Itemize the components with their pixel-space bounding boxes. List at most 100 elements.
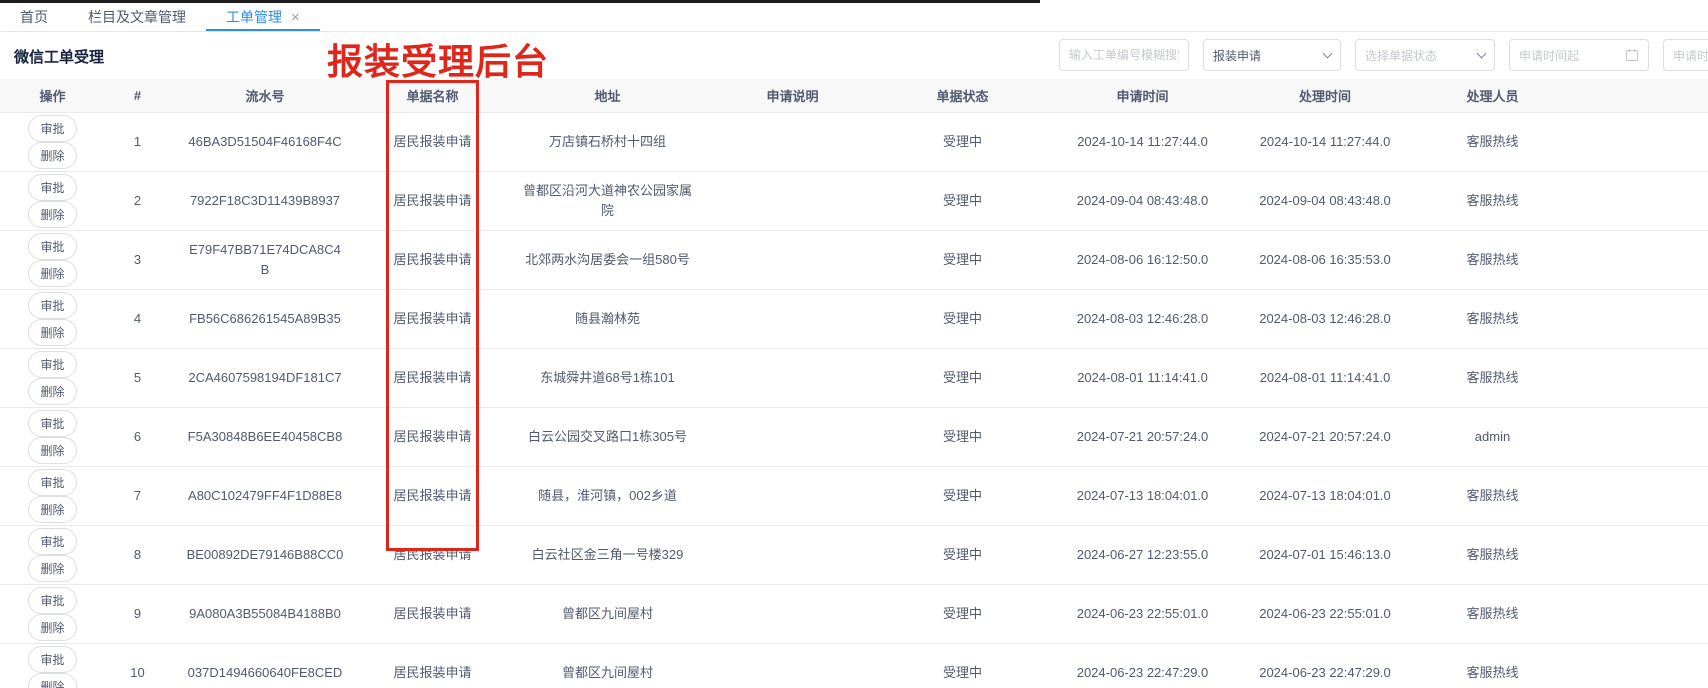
cell-apply-time: 2024-06-27 12:23:55.0: [1050, 525, 1235, 584]
cell-actions: 审批删除: [0, 466, 105, 525]
cell-spacer: [1570, 525, 1708, 584]
cell-index: 9: [105, 584, 170, 643]
cell-status: 受理中: [875, 171, 1050, 230]
tab-home[interactable]: 首页: [0, 3, 68, 31]
approve-button[interactable]: 审批: [28, 587, 76, 614]
column-header-8: 处理时间: [1235, 79, 1415, 112]
cell-actions: 审批删除: [0, 230, 105, 289]
cell-actions: 审批删除: [0, 525, 105, 584]
column-header-1: #: [105, 79, 170, 112]
approve-button[interactable]: 审批: [28, 292, 76, 319]
cell-address: 随县瀚林苑: [505, 289, 710, 348]
cell-doc-name: 居民报装申请: [360, 112, 505, 171]
delete-button[interactable]: 删除: [28, 673, 76, 688]
cell-handler: 客服热线: [1415, 230, 1570, 289]
cell-actions: 审批删除: [0, 584, 105, 643]
delete-button[interactable]: 删除: [28, 555, 76, 582]
table-row: 审批删除7A80C102479FF4F1D88E8居民报装申请随县，淮河镇，00…: [0, 466, 1708, 525]
table-row: 审批删除99A080A3B55084B4188B0居民报装申请曾都区九间屋村受理…: [0, 584, 1708, 643]
table-row: 审批删除27922F18C3D11439B8937居民报装申请曾都区沿河大道神农…: [0, 171, 1708, 230]
cell-spacer: [1570, 348, 1708, 407]
cell-index: 7: [105, 466, 170, 525]
cell-address: 曾都区九间屋村: [505, 643, 710, 688]
approve-button[interactable]: 审批: [28, 233, 76, 260]
approve-button[interactable]: 审批: [28, 351, 76, 378]
close-icon[interactable]: ×: [291, 10, 300, 25]
cell-serial: 7922F18C3D11439B8937: [170, 171, 360, 230]
table-row: 审批删除52CA4607598194DF181C7居民报装申请东城舜井道68号1…: [0, 348, 1708, 407]
status-select[interactable]: 选择单据状态: [1355, 39, 1495, 71]
approve-button[interactable]: 审批: [28, 469, 76, 496]
cell-actions: 审批删除: [0, 289, 105, 348]
cell-description: [710, 348, 875, 407]
delete-button[interactable]: 删除: [28, 319, 76, 346]
cell-apply-time: 2024-08-01 11:14:41.0: [1050, 348, 1235, 407]
cell-actions: 审批删除: [0, 112, 105, 171]
cell-doc-name: 居民报装申请: [360, 289, 505, 348]
table-row: 审批删除6F5A30848B6EE40458CB8居民报装申请白云公园交叉路口1…: [0, 407, 1708, 466]
cell-doc-name: 居民报装申请: [360, 171, 505, 230]
cell-process-time: 2024-07-13 18:04:01.0: [1235, 466, 1415, 525]
cell-description: [710, 584, 875, 643]
cell-status: 受理中: [875, 289, 1050, 348]
cell-status: 受理中: [875, 407, 1050, 466]
table-wrap: 操作#流水号单据名称地址申请说明单据状态申请时间处理时间处理人员 审批删除146…: [0, 79, 1708, 688]
cell-process-time: 2024-08-06 16:35:53.0: [1235, 230, 1415, 289]
date-start-input[interactable]: 申请时间起: [1509, 39, 1649, 71]
cell-process-time: 2024-08-03 12:46:28.0: [1235, 289, 1415, 348]
cell-spacer: [1570, 230, 1708, 289]
cell-actions: 审批删除: [0, 407, 105, 466]
delete-button[interactable]: 删除: [28, 614, 76, 641]
type-select[interactable]: 报装申请: [1203, 39, 1341, 71]
cell-handler: admin: [1415, 407, 1570, 466]
delete-button[interactable]: 删除: [28, 142, 76, 169]
cell-index: 3: [105, 230, 170, 289]
cell-process-time: 2024-06-23 22:55:01.0: [1235, 584, 1415, 643]
cell-spacer: [1570, 407, 1708, 466]
cell-apply-time: 2024-06-23 22:47:29.0: [1050, 643, 1235, 688]
cell-status: 受理中: [875, 525, 1050, 584]
cell-address: 随县，淮河镇，002乡道: [505, 466, 710, 525]
approve-button[interactable]: 审批: [28, 115, 76, 142]
cell-spacer: [1570, 171, 1708, 230]
tab-label: 首页: [20, 7, 48, 27]
column-header-5: 申请说明: [710, 79, 875, 112]
delete-button[interactable]: 删除: [28, 496, 76, 523]
cell-status: 受理中: [875, 584, 1050, 643]
cell-serial: E79F47BB71E74DCA8C4B: [170, 230, 360, 289]
date-end-input[interactable]: 申请时间止: [1663, 39, 1708, 71]
calendar-icon: [1625, 48, 1639, 62]
cell-actions: 审批删除: [0, 643, 105, 688]
cell-doc-name: 居民报装申请: [360, 584, 505, 643]
cell-handler: 客服热线: [1415, 525, 1570, 584]
approve-button[interactable]: 审批: [28, 410, 76, 437]
cell-index: 2: [105, 171, 170, 230]
delete-button[interactable]: 删除: [28, 260, 76, 287]
column-header-7: 申请时间: [1050, 79, 1235, 112]
delete-button[interactable]: 删除: [28, 437, 76, 464]
status-select-placeholder: 选择单据状态: [1365, 47, 1437, 64]
delete-button[interactable]: 删除: [28, 378, 76, 405]
annotation-text: 报装受理后台: [327, 33, 549, 85]
page-title: 微信工单受理: [14, 46, 104, 67]
tab-articles-management[interactable]: 栏目及文章管理: [68, 3, 206, 31]
approve-button[interactable]: 审批: [28, 528, 76, 555]
search-input[interactable]: [1059, 39, 1189, 71]
column-header-0: 操作: [0, 79, 105, 112]
cell-status: 受理中: [875, 643, 1050, 688]
cell-serial: 46BA3D51504F46168F4C: [170, 112, 360, 171]
cell-description: [710, 466, 875, 525]
cell-actions: 审批删除: [0, 348, 105, 407]
cell-spacer: [1570, 643, 1708, 688]
approve-button[interactable]: 审批: [28, 646, 76, 673]
approve-button[interactable]: 审批: [28, 174, 76, 201]
cell-doc-name: 居民报装申请: [360, 407, 505, 466]
cell-handler: 客服热线: [1415, 643, 1570, 688]
cell-apply-time: 2024-08-06 16:12:50.0: [1050, 230, 1235, 289]
table-header-row: 操作#流水号单据名称地址申请说明单据状态申请时间处理时间处理人员: [0, 79, 1708, 112]
tab-work-order-management[interactable]: 工单管理 ×: [206, 3, 320, 31]
cell-handler: 客服热线: [1415, 112, 1570, 171]
cell-address: 万店镇石桥村十四组: [505, 112, 710, 171]
delete-button[interactable]: 删除: [28, 201, 76, 228]
date-start-placeholder: 申请时间起: [1519, 47, 1579, 64]
